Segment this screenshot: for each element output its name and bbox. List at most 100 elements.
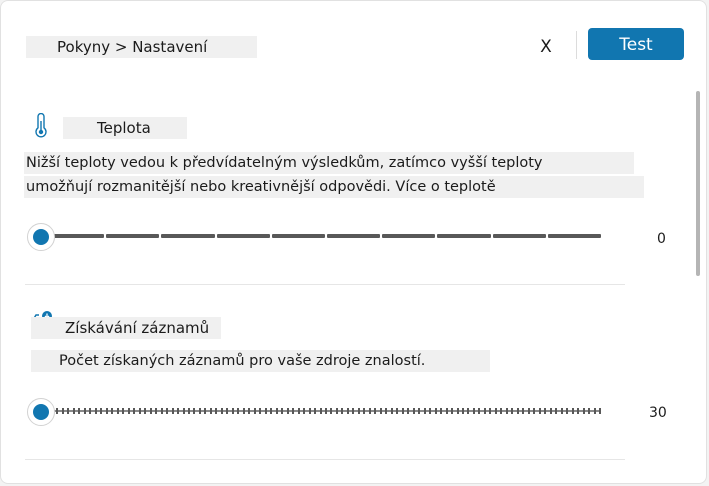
retrieval-slider-tick — [527, 408, 530, 414]
temperature-slider-segment — [51, 234, 105, 238]
test-button[interactable]: Test — [588, 28, 684, 60]
retrieval-slider-tick — [582, 408, 585, 414]
retrieval-slider-tick — [220, 408, 223, 414]
retrieval-slider-tick — [100, 408, 103, 414]
temperature-slider-segment — [161, 234, 215, 238]
settings-panel: Pokyny > Nastavení X Test Teplota Nižší … — [0, 0, 707, 484]
retrieval-slider-thumb[interactable] — [27, 398, 55, 426]
retrieval-slider-tick — [155, 408, 158, 414]
retrieval-slider-tick — [177, 408, 180, 414]
retrieval-slider-tick — [593, 408, 596, 414]
retrieval-slider-tick — [533, 408, 536, 414]
retrieval-description: Počet získaných záznamů pro vaše zdroje … — [31, 350, 490, 372]
retrieval-slider-tick — [193, 408, 196, 414]
retrieval-slider-tick — [138, 408, 141, 414]
retrieval-slider-track[interactable] — [51, 408, 601, 415]
retrieval-slider-tick — [599, 408, 601, 414]
close-button[interactable]: X — [533, 33, 559, 61]
retrieval-slider-tick — [385, 408, 388, 414]
retrieval-slider-tick — [94, 408, 97, 414]
section-divider — [25, 284, 625, 285]
retrieval-slider-tick — [456, 408, 459, 414]
retrieval-slider-tick — [390, 408, 393, 414]
section-divider-2 — [25, 459, 625, 460]
retrieval-slider-tick — [281, 408, 284, 414]
retrieval-slider-tick — [78, 408, 81, 414]
retrieval-slider[interactable] — [27, 398, 601, 426]
retrieval-slider-tick — [198, 408, 201, 414]
retrieval-slider-tick — [555, 408, 558, 414]
thermometer-icon — [35, 113, 47, 138]
retrieval-slider-tick — [577, 408, 580, 414]
retrieval-slider-tick — [209, 408, 212, 414]
retrieval-slider-tick — [264, 408, 267, 414]
retrieval-slider-tick — [303, 408, 306, 414]
retrieval-slider-tick — [160, 408, 163, 414]
retrieval-slider-tick — [56, 408, 59, 414]
retrieval-slider-tick — [418, 408, 421, 414]
temperature-slider-segment — [327, 234, 381, 238]
temperature-slider-segment — [547, 234, 601, 238]
retrieval-slider-tick — [270, 408, 273, 414]
retrieval-slider-tick — [352, 408, 355, 414]
retrieval-slider-tick — [467, 408, 470, 414]
retrieval-slider-tick — [379, 408, 382, 414]
retrieval-slider-tick — [226, 408, 229, 414]
retrieval-slider-tick — [286, 408, 289, 414]
retrieval-slider-tick — [549, 408, 552, 414]
retrieval-slider-tick — [440, 408, 443, 414]
temperature-title: Teplota — [63, 117, 187, 139]
vertical-scrollbar[interactable] — [696, 91, 700, 276]
retrieval-slider-tick — [67, 408, 70, 414]
retrieval-slider-tick — [72, 408, 75, 414]
retrieval-slider-tick — [544, 408, 547, 414]
retrieval-slider-tick — [89, 408, 92, 414]
temperature-slider-segment — [382, 234, 436, 238]
retrieval-slider-tick — [451, 408, 454, 414]
retrieval-slider-tick — [516, 408, 519, 414]
retrieval-slider-tick — [500, 408, 503, 414]
retrieval-slider-tick — [325, 408, 327, 414]
retrieval-slider-tick — [346, 408, 349, 414]
temperature-slider-segment — [216, 234, 270, 238]
header-divider — [576, 31, 577, 59]
retrieval-slider-tick — [560, 408, 563, 414]
temperature-slider[interactable] — [27, 223, 601, 251]
retrieval-slider-tick — [319, 408, 322, 414]
retrieval-slider-tick — [166, 408, 169, 414]
temperature-slider-segment — [437, 234, 491, 238]
retrieval-slider-tick — [445, 408, 448, 414]
retrieval-slider-tick — [588, 408, 591, 414]
retrieval-slider-tick — [483, 408, 486, 414]
retrieval-slider-tick — [182, 408, 185, 414]
retrieval-slider-tick — [133, 408, 136, 414]
retrieval-slider-tick — [242, 408, 245, 414]
retrieval-slider-tick — [511, 408, 514, 414]
retrieval-slider-tick — [149, 408, 152, 414]
retrieval-slider-tick — [434, 408, 437, 414]
retrieval-slider-tick — [204, 408, 207, 414]
retrieval-slider-tick — [423, 408, 426, 414]
temperature-slider-track[interactable] — [51, 234, 601, 240]
retrieval-slider-tick — [505, 408, 508, 414]
retrieval-slider-tick — [330, 408, 333, 414]
retrieval-slider-tick — [188, 408, 190, 414]
breadcrumb: Pokyny > Nastavení — [26, 36, 257, 58]
temperature-description-line2: umožňují rozmanitější nebo kreativnější … — [24, 176, 644, 198]
temperature-slider-thumb[interactable] — [27, 223, 55, 251]
retrieval-slider-tick — [144, 408, 147, 414]
retrieval-slider-tick — [122, 408, 125, 414]
retrieval-slider-tick — [341, 408, 344, 414]
retrieval-slider-tick — [215, 408, 218, 414]
retrieval-slider-tick — [462, 408, 464, 414]
retrieval-slider-tick — [566, 408, 569, 414]
retrieval-slider-tick — [571, 408, 574, 414]
retrieval-slider-tick — [259, 408, 262, 414]
retrieval-slider-tick — [292, 408, 295, 414]
temperature-value: 0 — [657, 231, 666, 247]
retrieval-slider-tick — [363, 408, 366, 414]
retrieval-slider-tick — [368, 408, 371, 414]
retrieval-slider-tick — [429, 408, 432, 414]
temperature-slider-segment — [106, 234, 160, 238]
temperature-slider-segment — [492, 234, 546, 238]
